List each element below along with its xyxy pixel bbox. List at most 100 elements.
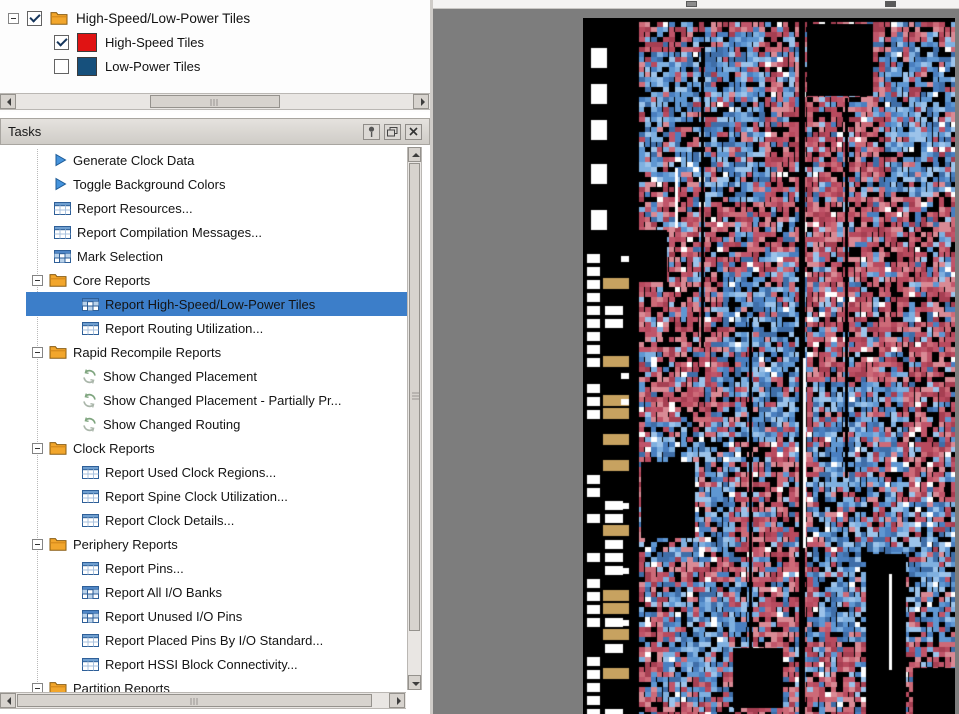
task-label: Show Changed Placement - Partially Pr... [103, 393, 341, 408]
task-label: Report Spine Clock Utilization... [105, 489, 288, 504]
tasks-v-scrollbar[interactable] [407, 147, 422, 690]
refresh-icon [82, 369, 97, 384]
low-power-checkbox[interactable] [54, 59, 69, 74]
scroll-thumb[interactable] [150, 95, 280, 108]
task-label: Report High-Speed/Low-Power Tiles [105, 297, 315, 312]
legend-h-scrollbar[interactable] [0, 93, 430, 110]
task-row[interactable]: Report Used Clock Regions... [26, 460, 407, 484]
close-panel-button[interactable] [405, 124, 422, 140]
folder-icon [50, 11, 68, 25]
task-label: Report Clock Details... [105, 513, 234, 528]
table-icon [82, 322, 99, 335]
task-row[interactable]: Report Spine Clock Utilization... [26, 484, 407, 508]
table-icon [82, 658, 99, 671]
task-label: Clock Reports [73, 441, 155, 456]
task-label: Report HSSI Block Connectivity... [105, 657, 298, 672]
legend-root-row[interactable]: High-Speed/Low-Power Tiles [8, 7, 250, 29]
tasks-h-scrollbar[interactable] [0, 692, 406, 709]
task-row[interactable]: Report Pins... [26, 556, 407, 580]
scroll-left-button[interactable] [0, 94, 16, 109]
task-label: Report All I/O Banks [105, 585, 222, 600]
legend-item-label: High-Speed Tiles [105, 35, 204, 50]
scroll-right-button[interactable] [413, 94, 429, 109]
task-label: Report Unused I/O Pins [105, 609, 242, 624]
grid-table-icon [82, 586, 99, 599]
tree-expander[interactable] [32, 347, 43, 358]
scroll-down-button[interactable] [408, 675, 421, 690]
tree-expander[interactable] [32, 275, 43, 286]
legend-item-high-speed[interactable]: High-Speed Tiles [54, 31, 204, 53]
toolbar-fragment-icon[interactable] [686, 1, 697, 7]
restore-window-icon [387, 127, 398, 137]
task-row[interactable]: Show Changed Routing [26, 412, 407, 436]
legend-item-label: Low-Power Tiles [105, 59, 200, 74]
refresh-icon [82, 417, 97, 432]
chip-planner-window: High-Speed/Low-Power Tiles High-Speed Ti… [0, 0, 959, 714]
task-row[interactable]: Report Clock Details... [26, 508, 407, 532]
tree-expander[interactable] [32, 539, 43, 550]
task-row[interactable]: Periphery Reports [26, 532, 407, 556]
play-icon [54, 153, 67, 167]
table-icon [82, 466, 99, 479]
task-row[interactable]: Report Routing Utilization... [26, 316, 407, 340]
down-arrow-icon [412, 682, 420, 690]
legend-root-label: High-Speed/Low-Power Tiles [76, 11, 250, 26]
refresh-icon [82, 393, 97, 408]
task-row[interactable]: Generate Clock Data [26, 148, 407, 172]
folder-icon [49, 681, 67, 692]
task-row[interactable]: Report Unused I/O Pins [26, 604, 407, 628]
tasks-tree: Generate Clock Data Toggle Background Col… [0, 145, 407, 692]
task-row[interactable]: Report All I/O Banks [26, 580, 407, 604]
tree-expander[interactable] [32, 443, 43, 454]
tree-expander[interactable] [8, 13, 19, 24]
right-arrow-icon [421, 98, 429, 106]
play-icon [54, 177, 67, 191]
low-power-color-swatch [77, 57, 97, 76]
thumb-grip [190, 698, 199, 705]
dock-pin-button[interactable] [363, 124, 380, 140]
task-row[interactable]: Report Resources... [26, 196, 407, 220]
task-label: Report Used Clock Regions... [105, 465, 276, 480]
high-speed-checkbox[interactable] [54, 35, 69, 50]
task-row[interactable]: Partition Reports [26, 676, 407, 692]
tasks-panel-body: Generate Clock Data Toggle Background Col… [0, 145, 430, 692]
task-row[interactable]: Show Changed Placement - Partially Pr... [26, 388, 407, 412]
scroll-left-button[interactable] [0, 693, 16, 708]
task-label: Core Reports [73, 273, 150, 288]
scroll-up-button[interactable] [408, 147, 421, 162]
table-icon [82, 490, 99, 503]
task-label: Toggle Background Colors [73, 177, 225, 192]
tasks-panel-title: Tasks [8, 124, 41, 139]
scroll-thumb[interactable] [17, 694, 372, 707]
task-row[interactable]: Report High-Speed/Low-Power Tiles [26, 292, 407, 316]
task-row[interactable]: Report Placed Pins By I/O Standard... [26, 628, 407, 652]
task-row[interactable]: Show Changed Placement [26, 364, 407, 388]
toolbar-fragment-icon[interactable] [885, 1, 896, 7]
task-row[interactable]: Mark Selection [26, 244, 407, 268]
task-row[interactable]: Report Compilation Messages... [26, 220, 407, 244]
close-icon [409, 127, 418, 136]
task-label: Generate Clock Data [73, 153, 194, 168]
task-label: Show Changed Routing [103, 417, 240, 432]
legend-root-checkbox[interactable] [27, 11, 42, 26]
legend-item-low-power[interactable]: Low-Power Tiles [54, 55, 200, 77]
task-row[interactable]: Toggle Background Colors [26, 172, 407, 196]
chip-toolbar-strip [433, 0, 959, 9]
task-row[interactable]: Rapid Recompile Reports [26, 340, 407, 364]
folder-icon [49, 441, 67, 455]
table-icon [82, 634, 99, 647]
task-label: Report Compilation Messages... [77, 225, 262, 240]
task-row[interactable]: Clock Reports [26, 436, 407, 460]
task-label: Report Routing Utilization... [105, 321, 263, 336]
chip-die-canvas[interactable] [583, 18, 955, 714]
folder-icon [49, 537, 67, 551]
scroll-thumb[interactable] [409, 163, 420, 631]
task-row[interactable]: Report HSSI Block Connectivity... [26, 652, 407, 676]
table-icon [82, 562, 99, 575]
task-row[interactable]: Core Reports [26, 268, 407, 292]
scroll-right-button[interactable] [389, 693, 405, 708]
float-window-button[interactable] [384, 124, 401, 140]
tasks-panel-header: Tasks [0, 118, 430, 145]
pin-icon [367, 126, 376, 138]
tree-expander[interactable] [32, 683, 43, 693]
